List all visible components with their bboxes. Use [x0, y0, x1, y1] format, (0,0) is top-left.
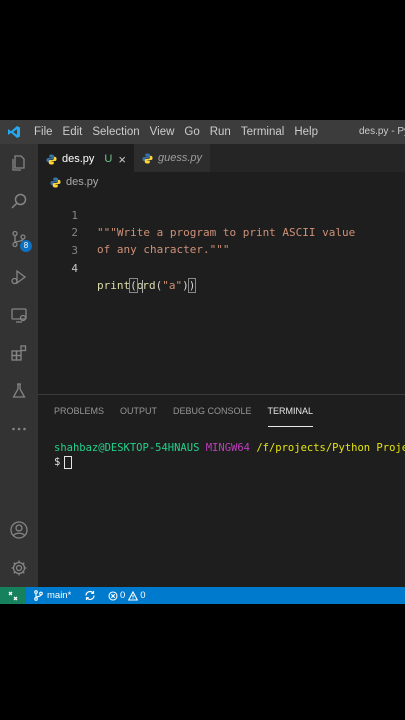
- code-text: """Write a program to print ASCII value: [97, 226, 356, 239]
- search-icon[interactable]: [0, 182, 38, 220]
- vscode-window: File Edit Selection View Go Run Terminal…: [0, 120, 405, 604]
- tab-label: des.py: [62, 153, 95, 165]
- function-name-part: rd: [142, 279, 156, 292]
- menu-selection[interactable]: Selection: [87, 126, 144, 138]
- python-file-icon: [46, 153, 57, 165]
- tab-label: guess.py: [157, 152, 202, 164]
- panel-tabs: PROBLEMS OUTPUT DEBUG CONSOLE TERMINAL: [38, 395, 314, 427]
- editor-tabs: des.py U × guess.py: [38, 144, 405, 173]
- run-debug-icon[interactable]: [0, 258, 38, 296]
- tab-problems[interactable]: PROBLEMS: [54, 395, 104, 427]
- tab-debug-console[interactable]: DEBUG CONSOLE: [173, 395, 252, 427]
- python-file-icon: [50, 176, 61, 188]
- menu-run[interactable]: Run: [205, 126, 236, 138]
- terminal-env: MINGW64: [205, 442, 250, 454]
- code-text: of any character.""": [97, 243, 230, 256]
- tab-output[interactable]: OUTPUT: [120, 395, 157, 427]
- menu-terminal[interactable]: Terminal: [236, 126, 289, 138]
- menu-file[interactable]: File: [28, 126, 58, 138]
- breadcrumb-file[interactable]: des.py: [66, 176, 98, 188]
- line-number: 4: [71, 262, 78, 275]
- status-bar: main* 0 0: [0, 587, 405, 604]
- activity-bar: 8: [0, 144, 38, 587]
- code-editor[interactable]: 1 """Write a program to print ASCII valu…: [38, 190, 405, 390]
- remote-indicator-icon[interactable]: [0, 587, 26, 604]
- terminal-path: /f/projects/Python Projects: [256, 442, 405, 454]
- menu-view[interactable]: View: [145, 126, 180, 138]
- terminal-user: shahbaz@DESKTOP-54HNAUS: [54, 442, 200, 454]
- terminal-cursor: [64, 455, 73, 469]
- breadcrumb[interactable]: des.py: [38, 172, 98, 192]
- tab-terminal[interactable]: TERMINAL: [267, 395, 314, 427]
- function-name: print: [97, 279, 131, 292]
- bottom-panel: PROBLEMS OUTPUT DEBUG CONSOLE TERMINAL s…: [38, 394, 405, 588]
- settings-gear-icon[interactable]: [0, 549, 38, 587]
- code-line: 1 """Write a program to print ASCII valu…: [38, 190, 355, 239]
- branch-indicator[interactable]: main*: [34, 587, 71, 604]
- tab-des-py[interactable]: des.py U ×: [38, 144, 134, 173]
- window-title: des.py - Py: [358, 126, 405, 137]
- python-file-icon: [142, 152, 153, 164]
- open-paren: (: [129, 278, 138, 293]
- vscode-logo-icon: [0, 120, 28, 144]
- menu-go[interactable]: Go: [179, 126, 204, 138]
- code-line-current: 4 print(ord("a")): [38, 243, 197, 293]
- git-branch-icon: [34, 590, 43, 601]
- close-paren: ): [187, 278, 197, 293]
- sync-icon[interactable]: [84, 587, 96, 604]
- untracked-badge: U: [104, 153, 113, 165]
- more-icon[interactable]: [0, 410, 38, 448]
- string-literal: "a": [162, 279, 183, 292]
- explorer-icon[interactable]: [0, 144, 38, 182]
- terminal-prompt: $: [54, 456, 61, 468]
- branch-name: main*: [47, 590, 72, 601]
- testing-flask-icon[interactable]: [0, 372, 38, 410]
- error-count: 0: [120, 590, 126, 601]
- code-line: 3: [38, 225, 78, 257]
- account-icon[interactable]: [0, 511, 38, 549]
- menu-help[interactable]: Help: [289, 126, 323, 138]
- close-paren: ): [182, 279, 189, 292]
- source-control-badge: 8: [20, 240, 32, 252]
- code-line: 2 of any character.""": [38, 207, 229, 256]
- close-tab-icon[interactable]: ×: [118, 152, 126, 167]
- warning-icon: [128, 590, 139, 601]
- code-text: print(ord("a")): [97, 277, 197, 294]
- error-icon: [108, 590, 118, 601]
- remote-explorer-icon[interactable]: [0, 296, 38, 334]
- title-bar: File Edit Selection View Go Run Terminal…: [0, 120, 405, 144]
- extensions-icon[interactable]: [0, 334, 38, 372]
- problems-indicator[interactable]: 0 0: [108, 587, 146, 604]
- tab-guess-py[interactable]: guess.py: [133, 144, 210, 172]
- source-control-icon[interactable]: 8: [0, 220, 38, 258]
- menu-edit[interactable]: Edit: [58, 126, 88, 138]
- terminal-output[interactable]: shahbaz@DESKTOP-54HNAUS MINGW64 /f/proje…: [54, 441, 405, 469]
- warning-count: 0: [140, 590, 146, 601]
